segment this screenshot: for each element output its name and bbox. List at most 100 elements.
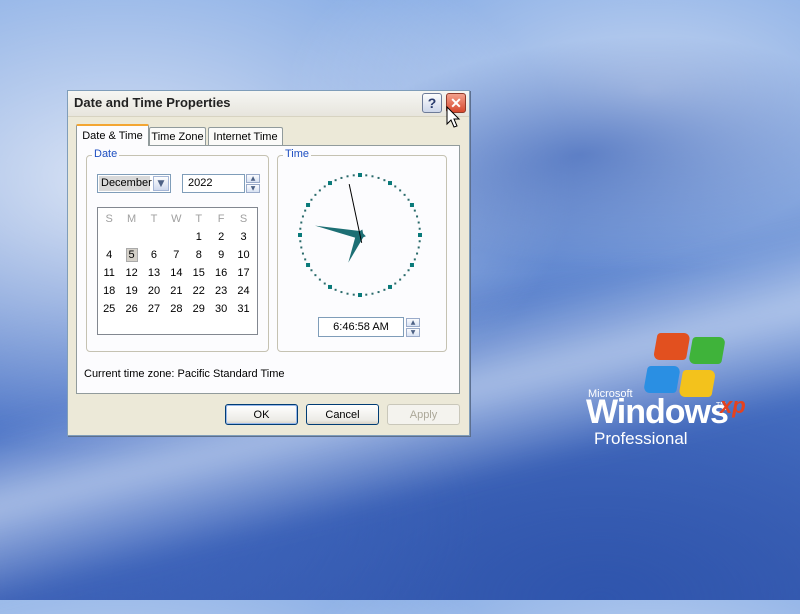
apply-button[interactable]: Apply — [387, 404, 460, 425]
calendar-day[interactable]: 5 — [120, 246, 142, 264]
clock-minute-mark — [407, 269, 410, 272]
weekday-header: S — [105, 213, 113, 225]
clock-minute-mark — [334, 179, 337, 182]
clock-hour-mark — [328, 181, 332, 186]
calendar-day[interactable]: 4 — [98, 246, 120, 264]
analog-clock — [298, 173, 422, 297]
calendar-day[interactable]: 18 — [98, 282, 120, 300]
calendar-day[interactable]: 17 — [232, 264, 254, 282]
calendar-empty-cell — [143, 228, 165, 246]
calendar-day[interactable]: 20 — [143, 282, 165, 300]
calendar-day[interactable]: 21 — [165, 282, 187, 300]
chevron-down-icon[interactable]: ▼ — [153, 176, 169, 191]
month-dropdown[interactable]: December ▼ — [97, 174, 171, 193]
clock-hour-mark — [388, 181, 392, 186]
clock-minute-mark — [377, 176, 380, 179]
calendar-day[interactable]: 16 — [210, 264, 232, 282]
calendar-day[interactable]: 31 — [232, 300, 254, 318]
clock-minute-mark — [323, 185, 326, 188]
cancel-button[interactable]: Cancel — [306, 404, 379, 425]
clock-minute-mark — [417, 246, 420, 249]
calendar: S M T W T F S 1 2 3 4 5 6 7 8 9 10 11 12 13 14 15 16 17 18 19 20 21… — [97, 207, 258, 335]
calendar-day[interactable]: 30 — [210, 300, 232, 318]
clock-hour-mark — [358, 293, 362, 297]
calendar-day[interactable]: 13 — [143, 264, 165, 282]
calendar-empty-cell — [98, 228, 120, 246]
tab-internet-time[interactable]: Internet Time — [208, 127, 283, 145]
dialog-titlebar[interactable]: Date and Time Properties ? ✕ — [68, 91, 469, 117]
ok-button[interactable]: OK — [225, 404, 298, 425]
year-spinner[interactable]: ▲ ▼ — [246, 174, 260, 193]
calendar-day[interactable]: 14 — [165, 264, 187, 282]
clock-minute-mark — [377, 291, 380, 294]
clock-minute-mark — [301, 215, 304, 218]
logo-xp-text: xp — [720, 393, 746, 418]
calendar-day[interactable]: 10 — [232, 246, 254, 264]
clock-minute-mark — [399, 189, 402, 192]
clock-minute-mark — [314, 274, 317, 277]
tab-time-zone[interactable]: Time Zone — [149, 127, 206, 145]
spin-up-icon[interactable]: ▲ — [406, 318, 420, 327]
windows-xp-logo: Microsoft Windows TM xp Professional — [586, 333, 786, 463]
weekday-header: M — [127, 213, 137, 225]
calendar-grid: S M T W T F S 1 2 3 4 5 6 7 8 9 10 11 12 13 14 15 16 17 18 19 20 21… — [98, 210, 255, 318]
clock-minute-mark — [318, 278, 321, 281]
clock-minute-mark — [403, 193, 406, 196]
dialog-title: Date and Time Properties — [74, 95, 231, 110]
clock-minute-mark — [304, 209, 307, 212]
weekday-header: S — [239, 213, 248, 225]
spin-up-icon[interactable]: ▲ — [246, 174, 260, 183]
clock-minute-mark — [352, 174, 355, 177]
clock-minute-mark — [340, 291, 343, 294]
logo-windows-text: Windows — [586, 393, 729, 431]
clock-minute-mark — [418, 227, 421, 230]
help-button[interactable]: ? — [422, 93, 442, 113]
spin-down-icon[interactable]: ▼ — [246, 184, 260, 193]
calendar-day[interactable]: 6 — [143, 246, 165, 264]
calendar-day[interactable]: 28 — [165, 300, 187, 318]
year-input[interactable]: 2022 — [182, 174, 245, 193]
clock-minute-mark — [304, 258, 307, 261]
calendar-day[interactable]: 15 — [188, 264, 210, 282]
calendar-day[interactable]: 7 — [165, 246, 187, 264]
clock-hour-mark — [306, 203, 311, 207]
calendar-day[interactable]: 12 — [120, 264, 142, 282]
calendar-day[interactable]: 3 — [232, 228, 254, 246]
clock-minute-mark — [403, 274, 406, 277]
tab-date-time[interactable]: Date & Time — [76, 124, 149, 146]
calendar-day[interactable]: 1 — [188, 228, 210, 246]
calendar-day[interactable]: 8 — [188, 246, 210, 264]
time-spinner[interactable]: ▲ ▼ — [406, 318, 420, 337]
calendar-day[interactable]: 25 — [98, 300, 120, 318]
clock-minute-mark — [407, 198, 410, 201]
clock-hour-mark — [328, 284, 332, 289]
clock-minute-mark — [346, 292, 349, 295]
weekday-header: T — [150, 213, 158, 225]
clock-minute-mark — [301, 252, 304, 255]
calendar-day[interactable]: 26 — [120, 300, 142, 318]
calendar-day[interactable]: 23 — [210, 282, 232, 300]
calendar-day[interactable]: 11 — [98, 264, 120, 282]
calendar-day[interactable]: 24 — [232, 282, 254, 300]
date-group: Date December ▼ 2022 ▲ ▼ SMTWTFS12345678… — [86, 148, 269, 352]
calendar-day[interactable]: 9 — [210, 246, 232, 264]
calendar-day[interactable]: 22 — [188, 282, 210, 300]
calendar-day[interactable]: 19 — [120, 282, 142, 300]
current-time-zone-label: Current time zone: Pacific Standard Time — [84, 368, 285, 380]
calendar-day[interactable]: 2 — [210, 228, 232, 246]
spin-down-icon[interactable]: ▼ — [406, 328, 420, 337]
help-icon: ? — [427, 95, 437, 111]
clock-minute-mark — [383, 179, 386, 182]
clock-minute-mark — [416, 215, 419, 218]
clock-hour-mark — [306, 263, 311, 267]
clock-minute-mark — [416, 252, 419, 255]
clock-minute-mark — [352, 293, 355, 296]
mouse-cursor-icon — [446, 106, 461, 128]
clock-minute-mark — [299, 240, 302, 243]
time-input[interactable]: 6:46:58 AM — [318, 317, 404, 337]
calendar-day[interactable]: 29 — [188, 300, 210, 318]
calendar-day[interactable]: 27 — [143, 300, 165, 318]
clock-minute-mark — [413, 209, 416, 212]
clock-minute-mark — [371, 175, 374, 178]
clock-minute-mark — [318, 189, 321, 192]
